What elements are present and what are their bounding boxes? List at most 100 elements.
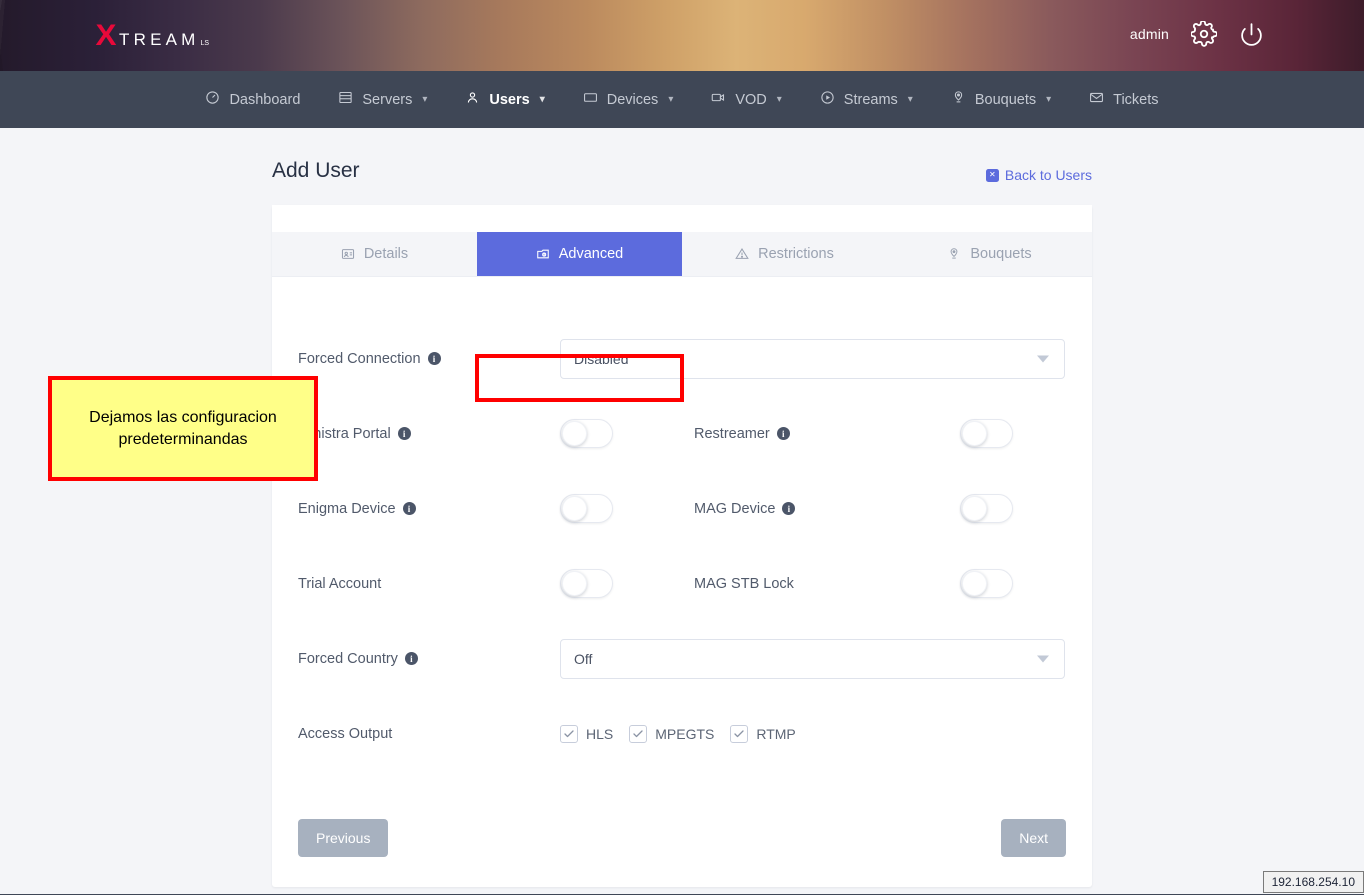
play-circle-icon bbox=[820, 90, 835, 109]
nav-label: Tickets bbox=[1113, 92, 1158, 108]
label-text: Restreamer bbox=[694, 426, 770, 442]
banner-actions: admin bbox=[1130, 21, 1264, 47]
checkbox-item-rtmp[interactable]: RTMP bbox=[730, 725, 795, 743]
rtmp-checkbox[interactable] bbox=[730, 725, 748, 743]
info-icon[interactable]: i bbox=[398, 427, 411, 440]
nav-item-bouquets[interactable]: Bouquets ▾ bbox=[932, 71, 1070, 128]
nav-item-dashboard[interactable]: Dashboard bbox=[186, 71, 319, 128]
main-navigation: Dashboard Servers ▾ Users ▾ bbox=[0, 71, 1364, 128]
tab-details[interactable]: Details bbox=[272, 232, 477, 276]
row-forced-country: Forced Country i Off bbox=[298, 621, 1066, 696]
close-badge-icon: ✕ bbox=[986, 169, 999, 182]
nav-item-tickets[interactable]: Tickets bbox=[1070, 71, 1177, 128]
info-icon[interactable]: i bbox=[777, 427, 790, 440]
restreamer-toggle[interactable] bbox=[960, 419, 1013, 448]
magstb-toggle-slot bbox=[960, 569, 1094, 598]
tab-advanced[interactable]: Advanced bbox=[477, 232, 682, 276]
card-top-strip bbox=[272, 205, 1092, 232]
access-output-label: Access Output bbox=[298, 726, 560, 742]
nav-label: Bouquets bbox=[975, 92, 1036, 108]
info-icon[interactable]: i bbox=[403, 502, 416, 515]
tab-bouquets[interactable]: Bouquets bbox=[887, 232, 1092, 276]
wizard-tabs: Details Advanced Restrictions bbox=[272, 232, 1092, 277]
mag-device-label: MAG Device i bbox=[694, 501, 960, 517]
chevron-down-icon: ▾ bbox=[908, 94, 913, 105]
label-text: Forced Country bbox=[298, 651, 398, 667]
ministra-portal-toggle[interactable] bbox=[560, 419, 613, 448]
chevron-down-icon: ▾ bbox=[540, 94, 545, 105]
toggle-knob bbox=[562, 421, 587, 446]
nav-item-devices[interactable]: Devices ▾ bbox=[564, 71, 693, 128]
checkbox-label: MPEGTS bbox=[655, 726, 714, 742]
logo-wordmark: TREAM bbox=[119, 31, 200, 48]
info-icon[interactable]: i bbox=[782, 502, 795, 515]
mag-stb-lock-toggle[interactable] bbox=[960, 569, 1013, 598]
toggle-knob bbox=[562, 571, 587, 596]
trial-toggle-slot bbox=[560, 569, 694, 598]
mag-stb-lock-label: MAG STB Lock bbox=[694, 576, 960, 592]
tab-label: Advanced bbox=[559, 246, 624, 262]
next-button[interactable]: Next bbox=[1001, 819, 1066, 857]
restreamer-toggle-slot bbox=[960, 419, 1094, 448]
info-icon[interactable]: i bbox=[405, 652, 418, 665]
row-forced-connection: Forced Connection i Disabled bbox=[298, 321, 1066, 396]
user-icon bbox=[465, 90, 480, 109]
toggle-knob bbox=[962, 496, 987, 521]
trial-account-toggle[interactable] bbox=[560, 569, 613, 598]
forced-connection-select[interactable]: Disabled bbox=[560, 339, 1065, 379]
mpegts-checkbox[interactable] bbox=[629, 725, 647, 743]
tab-label: Restrictions bbox=[758, 246, 834, 262]
previous-button[interactable]: Previous bbox=[298, 819, 388, 857]
back-to-users-link[interactable]: ✕ Back to Users bbox=[986, 167, 1092, 183]
chevron-down-icon bbox=[1037, 355, 1049, 362]
back-link-label: Back to Users bbox=[1005, 167, 1092, 183]
hls-checkbox[interactable] bbox=[560, 725, 578, 743]
enigma-device-label: Enigma Device i bbox=[298, 501, 560, 517]
status-bar-ip-tooltip: 192.168.254.10 bbox=[1263, 871, 1364, 893]
advanced-icon bbox=[536, 247, 550, 261]
forced-country-label: Forced Country i bbox=[298, 651, 560, 667]
enigma-toggle-slot bbox=[560, 494, 694, 523]
dashboard-icon bbox=[205, 90, 220, 109]
ministra-toggle-slot bbox=[560, 419, 694, 448]
info-icon[interactable]: i bbox=[428, 352, 441, 365]
warning-icon bbox=[735, 247, 749, 261]
nav-item-users[interactable]: Users ▾ bbox=[446, 71, 563, 128]
mail-icon bbox=[1089, 90, 1104, 109]
ministra-portal-label: Ministra Portal i bbox=[298, 426, 560, 442]
page-header: Add User ✕ Back to Users bbox=[272, 128, 1092, 183]
nav-item-streams[interactable]: Streams ▾ bbox=[801, 71, 932, 128]
access-output-options: HLS MPEGTS RTMP bbox=[560, 725, 796, 743]
trial-account-label: Trial Account bbox=[298, 576, 560, 592]
nav-item-vod[interactable]: VOD ▾ bbox=[692, 71, 800, 128]
chevron-down-icon: ▾ bbox=[1046, 94, 1051, 105]
chevron-down-icon bbox=[1037, 655, 1049, 662]
mag-device-toggle[interactable] bbox=[960, 494, 1013, 523]
nav-label: Streams bbox=[844, 92, 898, 108]
tab-restrictions[interactable]: Restrictions bbox=[682, 232, 887, 276]
label-text: Forced Connection bbox=[298, 351, 421, 367]
video-icon bbox=[711, 90, 726, 109]
tab-label: Bouquets bbox=[970, 246, 1031, 262]
bouquet-icon bbox=[947, 247, 961, 261]
advanced-form: Forced Connection i Disabled Ministra Po… bbox=[272, 277, 1092, 801]
nav-item-servers[interactable]: Servers ▾ bbox=[319, 71, 446, 128]
xtream-logo[interactable]: X TREAM LS bbox=[96, 21, 209, 51]
label-text: Enigma Device bbox=[298, 501, 396, 517]
select-value: Disabled bbox=[574, 351, 628, 367]
chevron-down-icon: ▾ bbox=[422, 94, 427, 105]
row-enigma-mag: Enigma Device i MAG Device i bbox=[298, 471, 1066, 546]
add-user-card: Details Advanced Restrictions bbox=[272, 205, 1092, 887]
checkbox-label: RTMP bbox=[756, 726, 795, 742]
admin-username: admin bbox=[1130, 26, 1169, 42]
page-content: Add User ✕ Back to Users Details bbox=[0, 128, 1364, 894]
checkbox-item-mpegts[interactable]: MPEGTS bbox=[629, 725, 714, 743]
checkbox-item-hls[interactable]: HLS bbox=[560, 725, 613, 743]
forced-country-select[interactable]: Off bbox=[560, 639, 1065, 679]
power-icon[interactable] bbox=[1239, 22, 1264, 47]
toggle-knob bbox=[562, 496, 587, 521]
label-text: Access Output bbox=[298, 726, 392, 742]
enigma-device-toggle[interactable] bbox=[560, 494, 613, 523]
gear-icon[interactable] bbox=[1191, 21, 1217, 47]
select-value: Off bbox=[574, 651, 592, 667]
